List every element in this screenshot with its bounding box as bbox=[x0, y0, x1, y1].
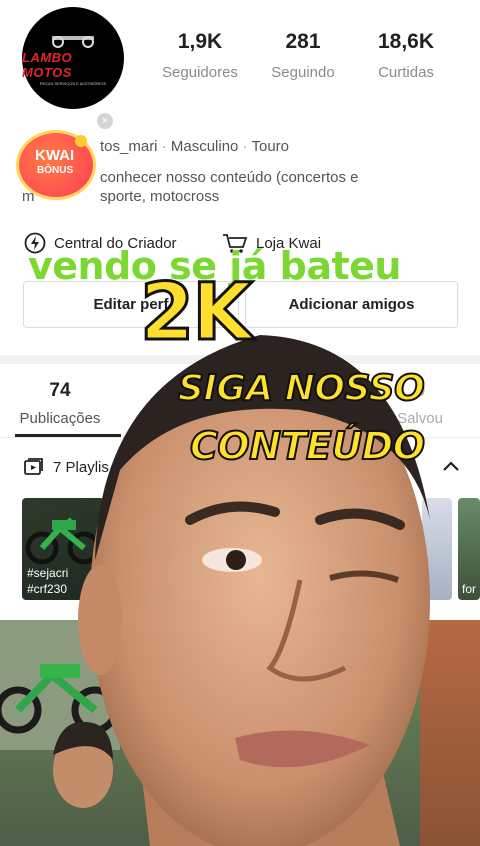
posts-label: Publicações bbox=[19, 410, 101, 427]
add-friends-button[interactable]: Adicionar amigos bbox=[245, 281, 458, 328]
avatar-logo-subtext: PEÇAS SERVIÇOS E ACESSÓRIOS bbox=[39, 81, 107, 86]
chevron-up-icon[interactable] bbox=[442, 460, 460, 472]
followers-label: Seguidores bbox=[162, 64, 238, 81]
thumb-tag-2: #crf230 bbox=[27, 582, 68, 596]
following-label: Seguindo bbox=[271, 64, 335, 81]
playlist-thumb[interactable]: #sejacri #crf230 bbox=[22, 498, 104, 600]
bio-line-2: sporte, motocross bbox=[100, 188, 220, 205]
profile-meta: tos_mari · Masculino · Touro bbox=[100, 138, 290, 155]
coin-icon bbox=[75, 135, 87, 147]
thumb-tag-1: #sejacri bbox=[27, 566, 69, 580]
overlay-caption-2k: 2K bbox=[139, 267, 255, 360]
playlists-row[interactable]: 7 Playlis bbox=[24, 458, 109, 476]
likes-stat[interactable]: 18,6K Curtidas bbox=[356, 30, 456, 81]
profile-avatar[interactable]: LAMBO MOTOS PEÇAS SERVIÇOS E ACESSÓRIOS bbox=[22, 7, 124, 109]
playlist-thumb[interactable] bbox=[422, 498, 452, 600]
followers-stat[interactable]: 1,9K Seguidores bbox=[150, 30, 250, 81]
playlist-thumb[interactable]: for bbox=[458, 498, 480, 600]
likes-count: 18,6K bbox=[377, 30, 435, 53]
kwai-bonus-badge[interactable]: KWAI BÔNUS bbox=[19, 125, 97, 197]
following-stat[interactable]: 281 Seguindo bbox=[253, 30, 353, 81]
tab-posts[interactable]: 74 Publicações bbox=[10, 380, 110, 427]
video-thumb-right[interactable] bbox=[420, 620, 480, 846]
motocross-bike-image[interactable] bbox=[0, 620, 120, 750]
username-text: tos_mari bbox=[100, 138, 158, 155]
close-icon[interactable]: × bbox=[97, 113, 113, 129]
posts-count: 74 bbox=[49, 380, 71, 401]
bio-line-1: conhecer nosso conteúdo (concertos e bbox=[100, 169, 359, 186]
followers-count: 1,9K bbox=[177, 30, 223, 53]
following-count: 281 bbox=[285, 30, 321, 53]
playlist-icon bbox=[24, 458, 43, 475]
kwai-badge-subtitle: BÔNUS bbox=[37, 165, 74, 176]
sign-text: Touro bbox=[251, 138, 290, 155]
motorcycle-logo-icon bbox=[52, 36, 94, 48]
kwai-badge-title: KWAI bbox=[35, 147, 75, 164]
overlay-siga-line-2: CONTEÚDO bbox=[189, 423, 426, 469]
overlay-siga-line-1: SIGA NOSSO bbox=[177, 367, 426, 410]
playlists-label: 7 Playlis bbox=[53, 458, 109, 476]
avatar-logo-text: LAMBO MOTOS bbox=[22, 50, 73, 80]
likes-label: Curtidas bbox=[378, 64, 434, 81]
thumb-tag-3: for bbox=[462, 582, 477, 596]
gender-text: Masculino bbox=[170, 138, 239, 155]
